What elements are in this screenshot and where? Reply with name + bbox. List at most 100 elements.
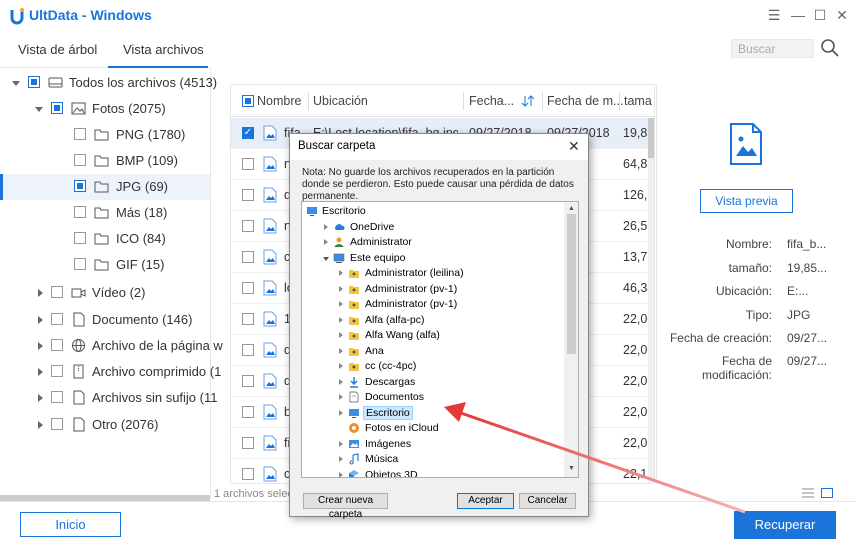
folder-item[interactable]: Imágenes <box>302 437 565 453</box>
row-checkbox[interactable] <box>242 220 254 232</box>
row-checkbox[interactable] <box>242 468 254 480</box>
chevron-right-icon[interactable] <box>339 456 343 462</box>
chevron-down-icon[interactable] <box>35 107 43 112</box>
row-checkbox[interactable] <box>242 313 254 325</box>
checkbox[interactable] <box>74 154 86 166</box>
chevron-right-icon[interactable] <box>339 347 343 354</box>
chevron-down-icon[interactable] <box>12 81 20 86</box>
scroll-up-icon[interactable]: ▲ <box>568 205 575 212</box>
scrollbar-thumb[interactable] <box>648 118 654 158</box>
checkbox[interactable] <box>74 258 86 270</box>
new-folder-button[interactable]: Crear nueva carpeta <box>303 493 388 520</box>
select-all-checkbox[interactable] <box>242 95 254 107</box>
column-header-name[interactable]: Nombre <box>257 94 301 108</box>
column-divider[interactable] <box>463 92 464 110</box>
checkbox[interactable] <box>51 102 63 114</box>
close-button[interactable]: ✕ <box>833 6 851 24</box>
tree-item-document[interactable]: Documento (146) <box>0 307 210 333</box>
maximize-button[interactable]: ☐ <box>811 6 829 24</box>
dialog-close-button[interactable]: ✕ <box>568 138 580 155</box>
chevron-right-icon[interactable] <box>339 394 343 400</box>
folder-item[interactable]: Administrator <box>302 235 565 251</box>
column-divider[interactable] <box>542 92 543 110</box>
chevron-right-icon[interactable] <box>339 316 343 323</box>
folder-item[interactable]: Este equipo <box>302 251 565 267</box>
folder-item[interactable]: Descargas <box>302 375 565 391</box>
row-checkbox[interactable]: ✓ <box>242 127 254 139</box>
checkbox[interactable] <box>74 206 86 218</box>
checkbox[interactable] <box>74 232 86 244</box>
chevron-right-icon[interactable] <box>38 368 43 376</box>
chevron-right-icon[interactable] <box>38 394 43 402</box>
checkbox[interactable] <box>51 286 63 298</box>
folder-item[interactable]: cc (cc-4pc) <box>302 359 565 375</box>
accept-button[interactable]: Aceptar <box>457 493 514 509</box>
recover-button[interactable]: Recuperar <box>734 511 836 539</box>
tree-item-jpg[interactable]: JPG (69) <box>0 174 210 200</box>
folder-item[interactable]: Objetos 3D <box>302 468 565 477</box>
folder-item[interactable]: Documentos <box>302 390 565 406</box>
tree-item-ico[interactable]: ICO (84) <box>0 226 210 252</box>
chevron-right-icon[interactable] <box>324 223 328 230</box>
folder-item[interactable]: Alfa (alfa-pc) <box>302 313 565 329</box>
list-view-icon[interactable] <box>802 488 814 498</box>
chevron-right-icon[interactable] <box>339 301 343 307</box>
row-checkbox[interactable] <box>242 406 254 418</box>
folder-item[interactable]: Alfa Wang (alfa) <box>302 328 565 344</box>
row-checkbox[interactable] <box>242 344 254 356</box>
folder-item[interactable]: Música <box>302 452 565 468</box>
chevron-right-icon[interactable] <box>339 332 343 338</box>
folder-item[interactable]: Administrator (pv-1) <box>302 297 565 313</box>
checkbox[interactable] <box>51 313 63 325</box>
sort-icon[interactable] <box>521 95 535 107</box>
folder-item[interactable]: Ana <box>302 344 565 360</box>
tree-item-no-suffix[interactable]: Archivos sin sufijo (11 <box>0 385 217 411</box>
chevron-right-icon[interactable] <box>339 440 343 447</box>
column-header-date-created[interactable]: Fecha... <box>469 94 514 108</box>
chevron-right-icon[interactable] <box>38 421 43 429</box>
search-icon[interactable] <box>820 38 840 58</box>
row-checkbox[interactable] <box>242 375 254 387</box>
search-input[interactable]: Buscar <box>731 39 814 58</box>
chevron-down-icon[interactable] <box>323 256 329 261</box>
scrollbar-thumb[interactable] <box>567 214 576 354</box>
chevron-right-icon[interactable] <box>339 471 343 477</box>
folder-item[interactable]: Fotos en iCloud <box>302 421 565 437</box>
row-checkbox[interactable] <box>242 251 254 263</box>
cancel-button[interactable]: Cancelar <box>519 493 576 509</box>
tree-item-compressed[interactable]: Archivo comprimido (1 <box>0 359 221 385</box>
folder-item[interactable]: OneDrive <box>302 220 565 236</box>
row-checkbox[interactable] <box>242 437 254 449</box>
tree-item-photos[interactable]: Fotos (2075) <box>0 96 210 122</box>
chevron-right-icon[interactable] <box>339 270 343 276</box>
tree-item-other[interactable]: Otro (2076) <box>0 412 210 438</box>
folder-item[interactable]: Administrator (leilina) <box>302 266 565 282</box>
preview-button[interactable]: Vista previa <box>700 189 793 213</box>
column-divider[interactable] <box>308 92 309 110</box>
column-header-date-modified[interactable]: Fecha de m... <box>547 94 623 108</box>
chevron-right-icon[interactable] <box>38 289 43 297</box>
checkbox[interactable] <box>74 128 86 140</box>
checkbox[interactable] <box>28 76 40 88</box>
tree-item-more[interactable]: Más (18) <box>0 200 210 226</box>
row-checkbox[interactable] <box>242 189 254 201</box>
checkbox[interactable] <box>51 339 63 351</box>
column-divider[interactable] <box>619 92 620 110</box>
checkbox[interactable] <box>51 418 63 430</box>
thumbnail-view-icon[interactable] <box>821 488 833 498</box>
chevron-right-icon[interactable] <box>339 409 343 416</box>
minimize-button[interactable]: — <box>789 6 807 24</box>
tree-item-video[interactable]: Vídeo (2) <box>0 280 210 306</box>
checkbox[interactable] <box>51 365 63 377</box>
folder-item[interactable]: Administrator (pv-1) <box>302 282 565 298</box>
menu-icon[interactable]: ☰ <box>765 6 783 24</box>
tab-tree-view[interactable]: Vista de árbol <box>18 42 97 57</box>
chevron-right-icon[interactable] <box>339 285 343 292</box>
chevron-right-icon[interactable] <box>324 239 328 245</box>
checkbox[interactable] <box>51 391 63 403</box>
checkbox[interactable] <box>74 180 86 192</box>
row-checkbox[interactable] <box>242 158 254 170</box>
chevron-right-icon[interactable] <box>339 378 343 385</box>
scroll-down-icon[interactable]: ▼ <box>568 465 575 472</box>
chevron-right-icon[interactable] <box>339 363 343 369</box>
